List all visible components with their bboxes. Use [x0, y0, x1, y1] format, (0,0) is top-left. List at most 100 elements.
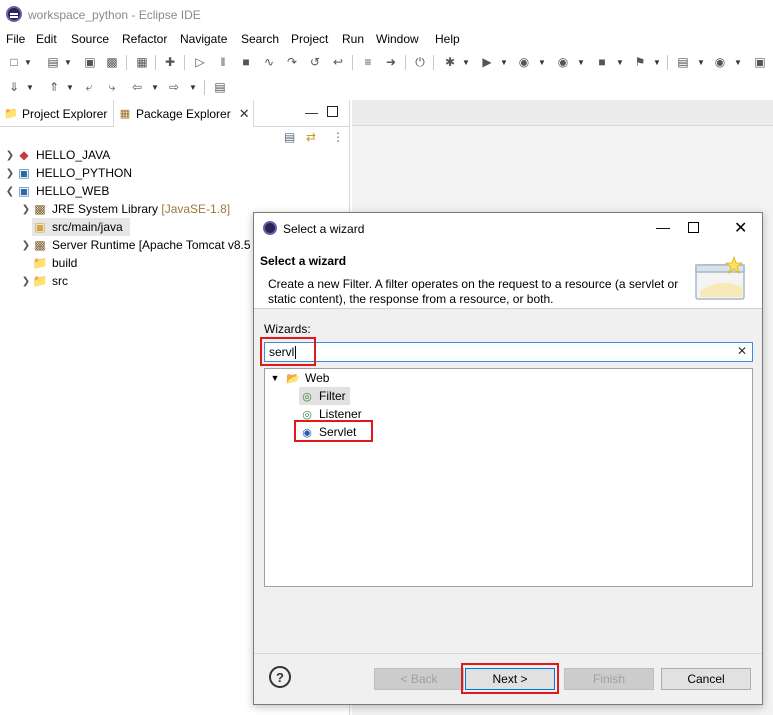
wizard-filter-input[interactable]: servl ✕: [264, 342, 753, 362]
cancel-button[interactable]: Cancel: [661, 668, 751, 690]
stop-icon[interactable]: ■: [594, 54, 610, 70]
back-icon[interactable]: ⇦: [129, 79, 145, 95]
skip-breakpoints-icon[interactable]: ✚: [162, 54, 178, 70]
debug-icon[interactable]: ✱: [442, 54, 458, 70]
toolbar-divider: [204, 80, 205, 95]
new-servlet-dropdown-icon[interactable]: ▼: [734, 54, 742, 70]
console-icon[interactable]: ▦: [134, 54, 150, 70]
chevron-right-icon[interactable]: ❯: [20, 240, 32, 251]
tree-item-hello-python[interactable]: ❯ ▣ HELLO_PYTHON: [4, 164, 132, 182]
menu-help[interactable]: Help: [435, 32, 460, 46]
new-icon[interactable]: □: [6, 54, 22, 70]
close-icon[interactable]: ✕: [239, 106, 250, 122]
forward-icon[interactable]: ⇨: [166, 79, 182, 95]
next-annotation-icon[interactable]: ⇓: [6, 79, 22, 95]
use-step-filters-icon[interactable]: ≡: [360, 54, 376, 70]
tree-item-hello-java[interactable]: ❯ ◆ HELLO_JAVA: [4, 146, 110, 164]
external-tools-icon[interactable]: ◉: [555, 54, 571, 70]
external-tools-dropdown-icon[interactable]: ▼: [577, 54, 585, 70]
coverage-dropdown-icon[interactable]: ▼: [538, 54, 546, 70]
menu-refactor[interactable]: Refactor: [122, 32, 167, 46]
view-menu-icon[interactable]: ⋮: [332, 130, 344, 144]
resume-icon[interactable]: ▷: [192, 54, 208, 70]
menu-source[interactable]: Source: [71, 32, 109, 46]
forward-dropdown-icon[interactable]: ▼: [189, 79, 197, 95]
step-over-icon[interactable]: ↺: [307, 54, 323, 70]
tree-item-src[interactable]: ❯ 📁 src: [20, 272, 68, 290]
toolbar-divider: [184, 55, 185, 70]
debug-dropdown-icon[interactable]: ▼: [462, 54, 470, 70]
chevron-right-icon[interactable]: ❯: [4, 150, 16, 161]
toolbar-divider: [126, 55, 127, 70]
next-annotation-dropdown-icon[interactable]: ▼: [26, 79, 34, 95]
finish-button[interactable]: Finish: [564, 668, 654, 690]
chevron-right-icon[interactable]: ❯: [20, 204, 32, 215]
open-folder-icon[interactable]: ▣: [752, 54, 768, 70]
minimize-icon[interactable]: —: [305, 105, 318, 120]
previous-annotation-dropdown-icon[interactable]: ▼: [66, 79, 74, 95]
chevron-right-icon[interactable]: ❯: [20, 276, 32, 287]
library-icon: ▩: [34, 202, 46, 216]
previous-annotation-icon[interactable]: ⇑: [46, 79, 62, 95]
pin-editor-icon[interactable]: ▤: [212, 79, 228, 95]
flag-icon[interactable]: ⚑: [632, 54, 648, 70]
chevron-down-icon[interactable]: ❮: [4, 186, 16, 197]
folder-icon: 📁: [32, 274, 48, 288]
menu-navigate[interactable]: Navigate: [180, 32, 227, 46]
folder-icon: 📁: [32, 256, 48, 270]
terminate-icon[interactable]: ■: [238, 54, 254, 70]
tree-item-server-runtime[interactable]: ❯ ▩ Server Runtime [Apache Tomcat v8.5: [20, 236, 251, 254]
suspend-icon[interactable]: ‖: [215, 54, 231, 70]
link-with-editor-icon[interactable]: ⇄: [306, 130, 316, 144]
run-icon[interactable]: ▶: [479, 54, 495, 70]
tree-item-jre-library[interactable]: ❯ ▩ JRE System Library [JavaSE-1.8]: [20, 200, 230, 218]
new-servlet-icon[interactable]: ◉: [712, 54, 728, 70]
chevron-down-icon[interactable]: ▼: [269, 370, 281, 386]
tab-project-explorer[interactable]: 📁 Project Explorer: [0, 100, 113, 127]
menu-bar: File Edit Source Refactor Navigate Searc…: [0, 30, 773, 50]
tab-package-explorer[interactable]: ▦ Package Explorer ✕: [113, 100, 254, 127]
run-dropdown-icon[interactable]: ▼: [500, 54, 508, 70]
new-web-project-dropdown-icon[interactable]: ▼: [697, 54, 705, 70]
new-web-project-icon[interactable]: ▤: [675, 54, 691, 70]
menu-file[interactable]: File: [6, 32, 25, 46]
save-icon[interactable]: ▣: [82, 54, 98, 70]
last-edit-location-icon[interactable]: ⤶: [81, 79, 97, 95]
menu-run[interactable]: Run: [342, 32, 364, 46]
drop-to-frame-icon[interactable]: ➜: [383, 54, 399, 70]
chevron-right-icon[interactable]: ❯: [4, 168, 16, 179]
menu-search[interactable]: Search: [241, 32, 279, 46]
flag-dropdown-icon[interactable]: ▼: [653, 54, 661, 70]
tree-item-hello-web[interactable]: ❮ ▣ HELLO_WEB: [4, 182, 110, 200]
menu-window[interactable]: Window: [376, 32, 419, 46]
maximize-icon[interactable]: [688, 222, 699, 233]
close-icon[interactable]: ✕: [734, 218, 747, 238]
wizard-category-web[interactable]: ▼ 📂 Web: [269, 369, 330, 387]
tree-item-build[interactable]: 📁 build: [32, 254, 78, 272]
wizards-tree: ▼ 📂 Web ◎ Filter ◎ Listener ◉ Servlet: [264, 368, 753, 587]
new-class-dropdown-icon[interactable]: ▼: [64, 54, 72, 70]
back-dropdown-icon[interactable]: ▼: [151, 79, 159, 95]
back-button[interactable]: < Back: [374, 668, 464, 690]
back-to-icon[interactable]: ⤷: [104, 79, 120, 95]
help-button[interactable]: ?: [269, 666, 291, 688]
step-into-icon[interactable]: ↷: [284, 54, 300, 70]
banner-title: Select a wizard: [260, 254, 347, 268]
new-class-icon[interactable]: ▤: [45, 54, 61, 70]
tree-item-label: src: [52, 274, 68, 288]
wizard-item-filter[interactable]: ◎ Filter: [299, 387, 350, 405]
tree-item-src-main-java[interactable]: ▣ src/main/java: [32, 218, 130, 236]
new-dropdown-icon[interactable]: ▼: [24, 54, 32, 70]
menu-edit[interactable]: Edit: [36, 32, 57, 46]
save-all-icon[interactable]: ▩: [104, 54, 120, 70]
menu-project[interactable]: Project: [291, 32, 328, 46]
disconnect-icon[interactable]: ∿: [261, 54, 277, 70]
clear-icon[interactable]: ✕: [737, 344, 747, 358]
stop-dropdown-icon[interactable]: ▼: [616, 54, 624, 70]
minimize-icon[interactable]: —: [656, 219, 670, 235]
step-return-icon[interactable]: ↩: [330, 54, 346, 70]
start-server-icon[interactable]: ⏻: [412, 54, 428, 70]
collapse-all-icon[interactable]: ▤: [284, 130, 295, 144]
maximize-icon[interactable]: [327, 106, 338, 117]
coverage-icon[interactable]: ◉: [516, 54, 532, 70]
